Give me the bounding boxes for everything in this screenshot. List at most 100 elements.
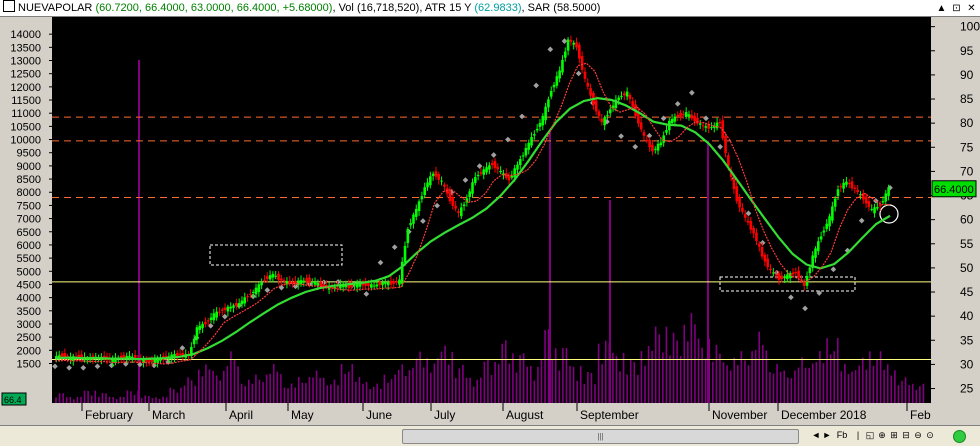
expand-icon[interactable]: ⊞ [888, 429, 900, 442]
x-axis-label: December 2018 [781, 408, 867, 422]
candle-body [274, 275, 277, 277]
candle-body [749, 220, 753, 230]
candle-body [873, 207, 876, 214]
candle-body [589, 88, 592, 96]
fb-button[interactable]: Fb [835, 429, 849, 442]
candle-body [265, 276, 269, 279]
candle-body [651, 144, 654, 152]
candle-body [451, 196, 455, 206]
right-axis-tick-label: 100 [960, 20, 980, 34]
zoom-out-icon[interactable]: ⊖ [912, 429, 924, 442]
last-price-label: 66.4000 [934, 184, 974, 196]
candle-body [769, 268, 772, 271]
candle-body [701, 125, 705, 127]
candle-body [147, 360, 151, 362]
candle-body [215, 311, 218, 318]
left-axis-tick-label: 7500 [17, 200, 41, 212]
horizontal-scrollbar[interactable]: ||| ◄ ► Fb | ◱ ⊕ ⊞ ⊟ ⊖ ⊙ [0, 425, 980, 446]
candle-body [679, 112, 682, 117]
window-restore-icon[interactable]: ⊡ [950, 3, 963, 15]
candle-body [386, 282, 390, 286]
candle-body [786, 274, 789, 280]
candle-body [653, 148, 657, 150]
left-axis-tick-label: 7000 [17, 214, 41, 226]
candle-body [414, 208, 418, 217]
candle-body [864, 196, 868, 204]
candle-body [195, 327, 199, 340]
zoom-box-icon[interactable]: ◱ [864, 429, 876, 442]
candle-body [696, 117, 699, 124]
candle-body [524, 148, 528, 156]
candle-body [378, 281, 382, 286]
left-axis-tick-label: 11000 [11, 108, 41, 120]
right-axis-tick-label: 30 [960, 357, 974, 371]
scroll-right-icon[interactable]: ► [821, 429, 833, 442]
window-up-icon[interactable]: ▲ [935, 3, 948, 15]
reset-icon[interactable]: ⊙ [924, 429, 936, 442]
chart-title-bar: NUEVAPOLAR (60.7200, 66.4000, 63.0000, 6… [0, 0, 980, 17]
candle-body [842, 182, 845, 189]
candle-body [732, 178, 736, 190]
left-axis-tick-label: 8500 [17, 174, 41, 186]
candle-body [763, 254, 767, 262]
candle-body [375, 284, 379, 287]
candle-body [682, 114, 685, 116]
candle-body [420, 196, 424, 200]
candle-body [814, 248, 817, 258]
candle-body [429, 176, 432, 186]
candle-body [280, 278, 283, 281]
candle-body [437, 174, 441, 180]
left-axis-tick-label: 10000 [10, 135, 41, 147]
right-axis-tick-label: 75 [960, 140, 974, 154]
candle-body [333, 287, 337, 289]
candle-body [774, 274, 778, 276]
candle-body [772, 272, 775, 274]
candle-body [457, 211, 460, 213]
candle-body [490, 163, 494, 166]
candle-body [392, 281, 396, 284]
candle-body [459, 207, 463, 217]
left-axis-tick-label: 14000 [10, 29, 41, 41]
left-axis-tick-label: 12500 [10, 69, 41, 81]
candle-body [384, 282, 387, 284]
candle-body [440, 180, 443, 182]
atr-value: (62.9833) [474, 2, 522, 14]
candle-body [808, 267, 812, 274]
candle-body [530, 137, 533, 146]
collapse-icon[interactable]: ⊟ [900, 429, 912, 442]
plot-area[interactable] [52, 17, 931, 403]
candle-body [620, 96, 623, 98]
candle-body [608, 109, 612, 114]
candle-body [263, 279, 266, 281]
candle-body [251, 291, 255, 293]
candle-body [876, 207, 879, 209]
candle-body [499, 171, 502, 173]
symbol-box-icon[interactable] [3, 0, 15, 12]
x-axis-label: Feb [910, 408, 931, 422]
scrollbar-thumb[interactable]: ||| [402, 429, 799, 444]
candle-body [538, 122, 542, 127]
candle-body [665, 130, 668, 133]
candle-body [513, 168, 516, 178]
candle-body [209, 317, 213, 321]
zoom-in-icon[interactable]: ⊕ [876, 429, 888, 442]
price-chart[interactable]: 150020002500300035004000 4500500055006000… [0, 17, 980, 425]
candle-body [766, 258, 770, 268]
candle-body [724, 135, 727, 154]
candle-body [572, 42, 576, 45]
window-close-icon[interactable]: ✕ [965, 3, 978, 15]
candle-body [791, 272, 795, 275]
candle-body [752, 227, 755, 234]
candle-body [254, 287, 258, 295]
candle-body [232, 305, 235, 308]
cursor-icon[interactable]: | [852, 429, 864, 442]
candle-body [521, 155, 525, 157]
left-axis-tick-label: 12000 [10, 82, 41, 94]
candle-body [561, 59, 564, 73]
candle-body [580, 56, 584, 70]
candle-body [218, 311, 221, 313]
left-axis-tick-label: 9500 [17, 148, 41, 160]
candle-body [794, 272, 798, 274]
symbol-name: NUEVAPOLAR [18, 2, 93, 14]
x-axis-label: June [366, 408, 392, 422]
